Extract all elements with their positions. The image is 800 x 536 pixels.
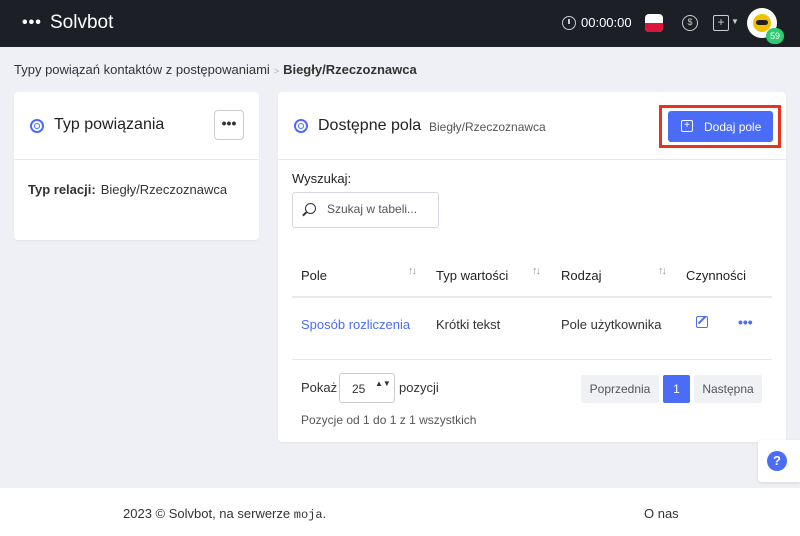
- relation-value: Biegły/Rzeczoznawca: [100, 182, 228, 197]
- caret-down-icon[interactable]: ▼: [731, 17, 739, 26]
- search-icon: [305, 203, 316, 214]
- column-header-czynnosci: Czynności: [686, 268, 746, 283]
- table-header-divider: [292, 296, 772, 298]
- more-options-button[interactable]: •••: [214, 110, 244, 140]
- help-icon: ?: [767, 451, 787, 471]
- breadcrumb-current: Biegły/Rzeczoznawca: [283, 62, 417, 77]
- coin-icon[interactable]: $: [682, 15, 698, 31]
- show-label: Pokaż: [301, 380, 338, 395]
- field-type: Krótki tekst: [436, 317, 501, 332]
- gear-icon: [294, 119, 308, 133]
- timer-display[interactable]: 00:00:00: [581, 15, 632, 30]
- sort-icon[interactable]: ↑↓: [658, 265, 667, 277]
- search-label: Wyszukaj:: [292, 171, 352, 186]
- search-box: [292, 192, 439, 228]
- about-link[interactable]: O nas: [644, 506, 679, 521]
- brand-name[interactable]: Solvbot: [50, 12, 113, 34]
- poland-flag-icon[interactable]: [645, 14, 663, 32]
- table-info: Pozycje od 1 do 1 z 1 wszystkich: [301, 413, 477, 427]
- plus-box-icon: +: [681, 120, 693, 132]
- relation-label: Typ relacji:: [28, 182, 96, 197]
- server-name: moja: [293, 508, 323, 522]
- relation-type-card: Typ powiązania ••• Typ relacji: Biegły/Rz…: [14, 92, 259, 240]
- help-button[interactable]: ?: [758, 440, 800, 482]
- column-header-rodzaj[interactable]: Rodzaj: [561, 268, 601, 283]
- copyright-text: 2023 © Solvbot, na serwerze: [123, 506, 291, 521]
- timer-icon[interactable]: [562, 16, 576, 30]
- pagination-next[interactable]: Następna: [694, 375, 762, 403]
- notification-badge[interactable]: 59: [766, 28, 784, 44]
- available-fields-title: Dostępne pola: [318, 117, 422, 134]
- page-size-select[interactable]: 25 ▲▼: [339, 373, 395, 403]
- breadcrumb-parent-link[interactable]: Typy powiązań kontaktów z postępowaniami: [14, 62, 270, 77]
- add-field-label: Dodaj pole: [704, 120, 762, 134]
- add-field-button[interactable]: + Dodaj pole: [668, 111, 773, 142]
- select-arrows-icon: ▲▼: [375, 379, 391, 388]
- relation-type-card-header: Typ powiązania •••: [14, 92, 259, 160]
- add-box-icon[interactable]: +: [713, 15, 729, 31]
- field-link[interactable]: Sposób rozliczenia: [301, 317, 410, 332]
- available-fields-card: Dostępne pola Biegły/Rzeczoznawca + Doda…: [278, 92, 786, 442]
- footer-copyright: 2023 © Solvbot, na serwerze moja.: [123, 506, 326, 522]
- column-header-pole[interactable]: Pole: [301, 268, 327, 283]
- footer: 2023 © Solvbot, na serwerze moja. O nas: [0, 488, 800, 536]
- search-input[interactable]: [327, 202, 432, 216]
- field-kind: Pole użytkownika: [561, 317, 662, 332]
- table-row-divider: [292, 359, 772, 360]
- breadcrumb: Typy powiązań kontaktów z postępowaniami…: [14, 62, 417, 77]
- column-header-typ[interactable]: Typ wartości: [436, 268, 508, 283]
- gear-icon: [30, 119, 44, 133]
- row-more-button[interactable]: •••: [738, 314, 753, 330]
- menu-dots-icon[interactable]: •••: [22, 14, 42, 32]
- copyright-suffix: .: [322, 506, 327, 521]
- top-bar: ••• Solvbot 00:00:00 $ + ▼ 59: [0, 0, 800, 47]
- relation-type-title: Typ powiązania: [54, 116, 165, 133]
- positions-label: pozycji: [399, 380, 439, 395]
- page-size-value: 25: [352, 382, 366, 396]
- edit-icon[interactable]: [696, 316, 708, 328]
- breadcrumb-separator: >: [273, 66, 280, 76]
- available-fields-header: Dostępne pola Biegły/Rzeczoznawca + Doda…: [278, 92, 786, 160]
- relation-info: Typ relacji: Biegły/Rzeczoznawca: [28, 182, 227, 197]
- sort-icon[interactable]: ↑↓: [532, 265, 541, 277]
- pagination-prev[interactable]: Poprzednia: [581, 375, 659, 403]
- available-fields-subtitle: Biegły/Rzeczoznawca: [429, 120, 546, 134]
- pagination-page-1[interactable]: 1: [663, 375, 690, 403]
- sort-icon[interactable]: ↑↓: [408, 265, 417, 277]
